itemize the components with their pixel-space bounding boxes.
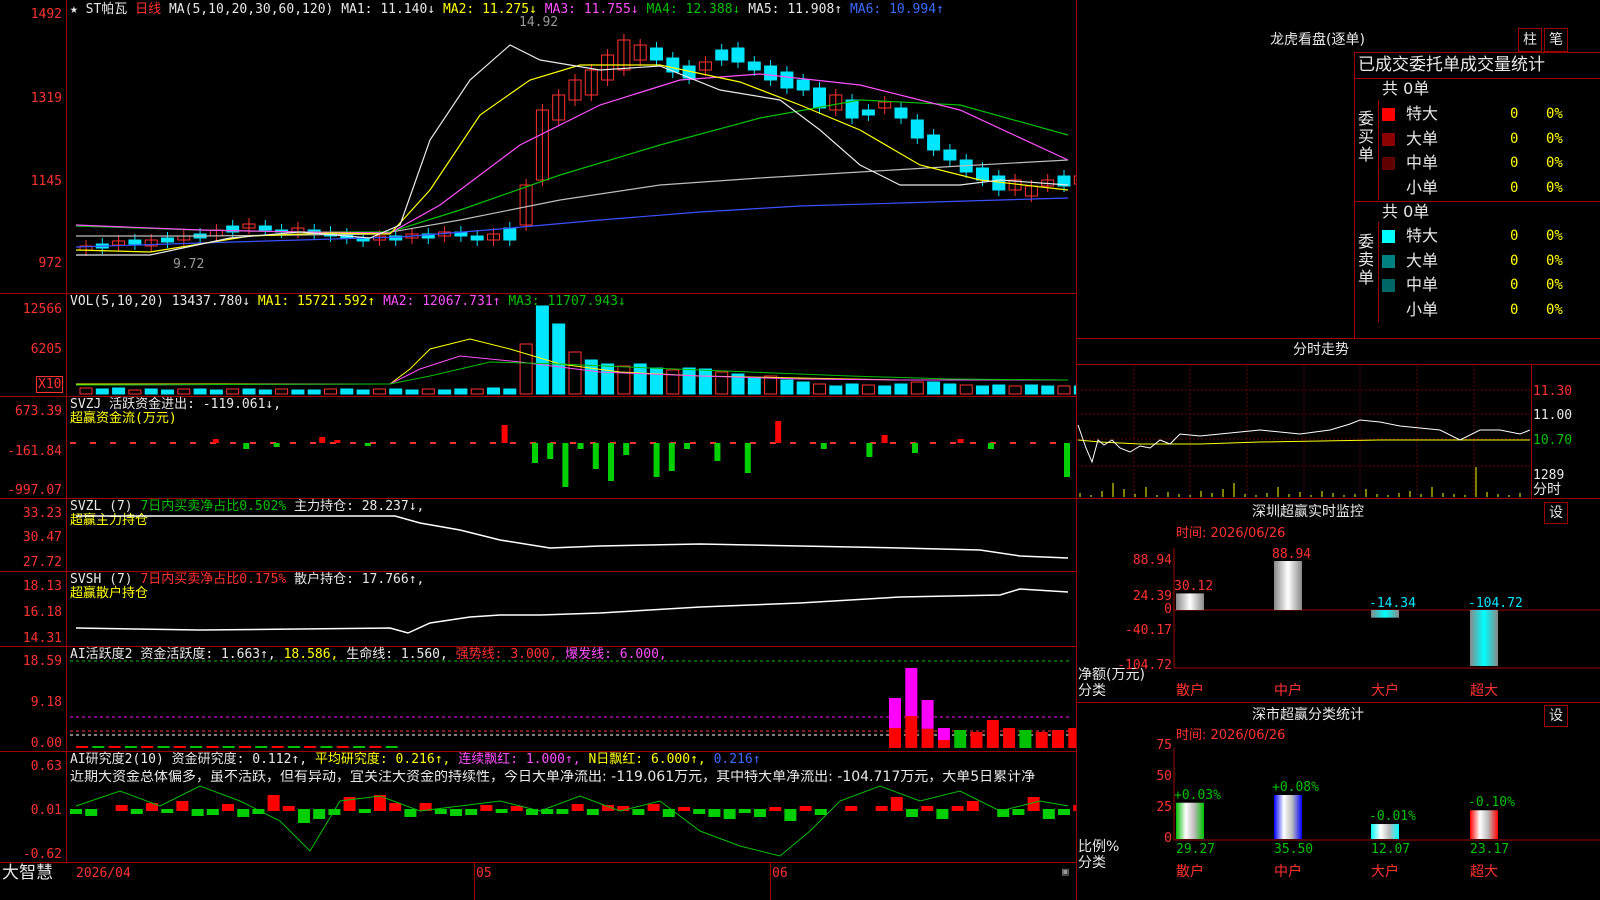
- monitor-bar-label: 30.12: [1174, 579, 1214, 595]
- class-bar-value: 35.50: [1274, 842, 1314, 857]
- class-bar: [1470, 810, 1498, 839]
- class-bar-top-label: +0.08%: [1272, 779, 1319, 795]
- class-bar-value: 29.27: [1176, 842, 1216, 857]
- class-bar: [1274, 794, 1302, 839]
- monitor-bar-label: -104.72: [1468, 596, 1523, 611]
- class-bar-top-label: +0.03%: [1174, 787, 1221, 803]
- class-bar-top-label: -0.10%: [1468, 795, 1515, 811]
- monitor-bar-label: -14.34: [1369, 596, 1416, 611]
- class-category: 大户: [1371, 864, 1399, 880]
- class-bar-top-label: -0.01%: [1369, 809, 1416, 825]
- class-chart-svg[interactable]: [0, 0, 1600, 900]
- class-category: 中户: [1274, 864, 1302, 880]
- class-bars: [1176, 794, 1498, 839]
- class-bar-value: 23.17: [1470, 842, 1510, 857]
- class-bar: [1176, 802, 1204, 839]
- class-category: 散户: [1176, 864, 1204, 880]
- monitor-bar-label: 88.94: [1272, 547, 1312, 562]
- class-bar: [1371, 824, 1399, 839]
- class-category: 超大: [1470, 864, 1498, 880]
- class-bar-value: 12.07: [1371, 842, 1411, 857]
